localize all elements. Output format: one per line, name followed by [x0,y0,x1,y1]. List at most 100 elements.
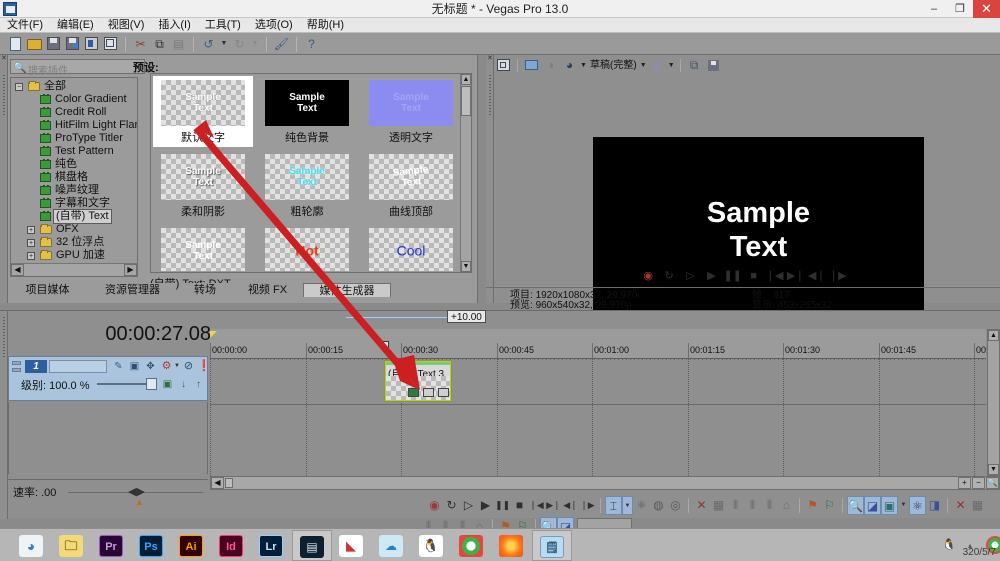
track-maximize-icon[interactable] [12,368,21,372]
minimize-button[interactable]: – [921,0,947,18]
expander-icon[interactable]: − [15,83,23,91]
trim-event-button[interactable]: ⫴ [761,496,778,515]
record-button[interactable]: ◉ [426,496,443,515]
plugin-tree[interactable]: − 全部 Color Gradient Credit Roll HitFilm … [10,77,138,277]
timeline-track-row[interactable]: (自带) Text 3 [210,359,986,405]
lock-envelopes-button[interactable]: ◎ [667,496,684,515]
loop-playback-button[interactable]: ↻ [443,496,460,515]
search-input[interactable]: 🔍 搜索插件 [10,59,145,77]
overlays-icon[interactable]: ▥ [649,57,666,74]
undo-button[interactable]: ↺ [200,35,217,53]
split-screen-view-icon[interactable]: ◑ [542,57,559,74]
preset-item[interactable]: Sample Text 柔和阴影 [153,150,253,221]
tree-horizontal-scrollbar[interactable]: ◀ ▶ [11,263,137,276]
zoom-out-timeline-button[interactable]: ◪ [864,496,881,515]
taskbar-item-pdf-reader[interactable]: ◣ [332,530,372,561]
timeline-vertical-scrollbar[interactable]: ▲ ▼ [987,329,1000,476]
composite-mode-icon[interactable]: ▣ [161,378,174,391]
mute-icon[interactable]: ⊘ [182,360,195,373]
preset-item[interactable]: Sample Text 纯色背景 [257,76,357,147]
timeline-tracks-area[interactable]: (自带) Text 3 [210,359,986,476]
tree-item-protype-titler[interactable]: ProType Titler [11,132,137,145]
tab-project-media[interactable]: 项目媒体 [10,283,85,297]
split-event-button[interactable]: ⫴ [744,496,761,515]
automation-settings-icon[interactable]: ⚙ [160,360,173,373]
tree-item-hitfilm-light-flares[interactable]: HitFilm Light Flares [11,119,137,132]
loop-playback-button[interactable]: ↻ [660,268,678,284]
scroll-down-icon[interactable]: ▼ [461,261,471,272]
clip-pan-crop-icon[interactable] [423,388,434,397]
previous-frame-button[interactable]: ◀❘ [562,496,579,515]
taskbar-item-firefox[interactable] [492,530,532,561]
play-button[interactable]: ▶ [702,268,720,284]
record-button[interactable]: ◉ [639,268,657,284]
properties-button[interactable] [102,35,119,53]
go-to-end-button[interactable]: ▶❘ [787,268,805,284]
scroll-left-icon[interactable]: ◀ [211,477,224,489]
stop-button[interactable]: ■ [511,496,528,515]
go-to-end-button[interactable]: ▶❘ [545,496,562,515]
paste-button[interactable]: ▤ [170,35,187,53]
chevron-down-icon[interactable]: ▼ [579,57,588,74]
preview-quality-icon[interactable]: ◕ [561,57,578,74]
stop-button[interactable]: ■ [745,268,763,284]
play-from-start-button[interactable]: ▷ [681,268,699,284]
close-icon[interactable]: ✕ [487,55,493,62]
move-up-icon[interactable]: ↑ [192,378,205,391]
zoom-in-timeline-button[interactable]: 🔍 [847,496,864,515]
insert-envelope-button[interactable]: ⫴ [727,496,744,515]
scroll-left-icon[interactable]: ◀ [11,264,24,276]
next-frame-button[interactable]: ❘▶ [829,268,847,284]
taskbar-item-browser[interactable]: ◕ [12,530,52,561]
preview-on-external-monitor-icon[interactable] [523,57,540,74]
timeline-ruler[interactable]: 00:00:00 00:00:15 00:00:30 00:00:45 00:0… [210,329,994,359]
normal-edit-tool-button[interactable]: ⌶ [605,496,622,515]
menu-tools[interactable]: 工具(T) [198,18,248,33]
pause-button[interactable]: ❚❚ [494,496,511,515]
chevron-down-icon[interactable]: ▼ [639,57,648,74]
solo-icon[interactable]: ❗ [197,360,211,373]
menu-insert[interactable]: 插入(I) [151,18,197,33]
preset-item[interactable]: Sample Text 粗轮廓 [257,150,357,221]
tree-item-ofx[interactable]: + OFX [11,223,137,236]
enable-snapping-button[interactable]: ⚛ [633,496,650,515]
track-pan-crop-icon[interactable]: ✥ [144,360,157,373]
taskbar-item-illustrator[interactable]: Ai [172,530,212,561]
close-icon[interactable]: ✕ [1,55,7,62]
quantize-to-frames-button[interactable]: ▦ [710,496,727,515]
expander-icon[interactable]: + [27,252,35,260]
timeline-dock-grip[interactable] [0,311,8,519]
preset-item[interactable]: Cool [361,224,461,271]
taskbar-item-notepad[interactable]: 🗒 [532,530,572,561]
ignore-event-grouping-button[interactable]: ✕ [693,496,710,515]
open-project-button[interactable] [26,35,43,53]
copy-snapshot-to-clipboard-icon[interactable]: ⧉ [686,57,703,74]
scroll-right-icon[interactable]: ▶ [124,264,137,276]
render-as-button[interactable] [64,35,81,53]
menu-view[interactable]: 视图(V) [101,18,152,33]
enable-snapping-alt-button[interactable]: ⚛ [909,496,926,515]
zoom-magnifier-icon[interactable]: 🔍 [986,477,999,489]
tab-transitions[interactable]: 转场 [180,283,230,297]
taskbar-clock[interactable]: 320/5/7 [963,547,996,558]
copy-button[interactable]: ⧉ [151,35,168,53]
auto-ripple-alt-button[interactable]: ◨ [926,496,943,515]
presets-vertical-scrollbar[interactable]: ▲ ▼ [460,74,471,272]
enable-snapping-button[interactable]: 🖌 [273,35,290,53]
track-motion-icon[interactable]: ▣ [128,360,141,373]
menu-help[interactable]: 帮助(H) [300,18,351,33]
tree-item-32bit-float[interactable]: + 32 位浮点 [11,236,137,249]
clip-media-icon[interactable] [408,388,419,397]
tree-item-credit-roll[interactable]: Credit Roll [11,106,137,119]
maximize-button[interactable]: ❐ [947,0,973,18]
save-project-button[interactable] [45,35,62,53]
track-fx-icon[interactable]: ✎ [112,360,125,373]
close-button[interactable]: ✕ [973,0,1000,18]
save-snapshot-to-file-icon[interactable] [705,57,722,74]
tree-item-noise-texture[interactable]: 噪声纹理 [11,184,137,197]
go-to-start-button[interactable]: ❘◀ [766,268,784,284]
pause-button[interactable]: ❚❚ [723,268,741,284]
zoom-tool-alt-button[interactable]: ▣ [881,496,898,515]
taskbar-item-chrome[interactable] [452,530,492,561]
redo-dropdown-icon[interactable]: ▼ [250,35,260,53]
